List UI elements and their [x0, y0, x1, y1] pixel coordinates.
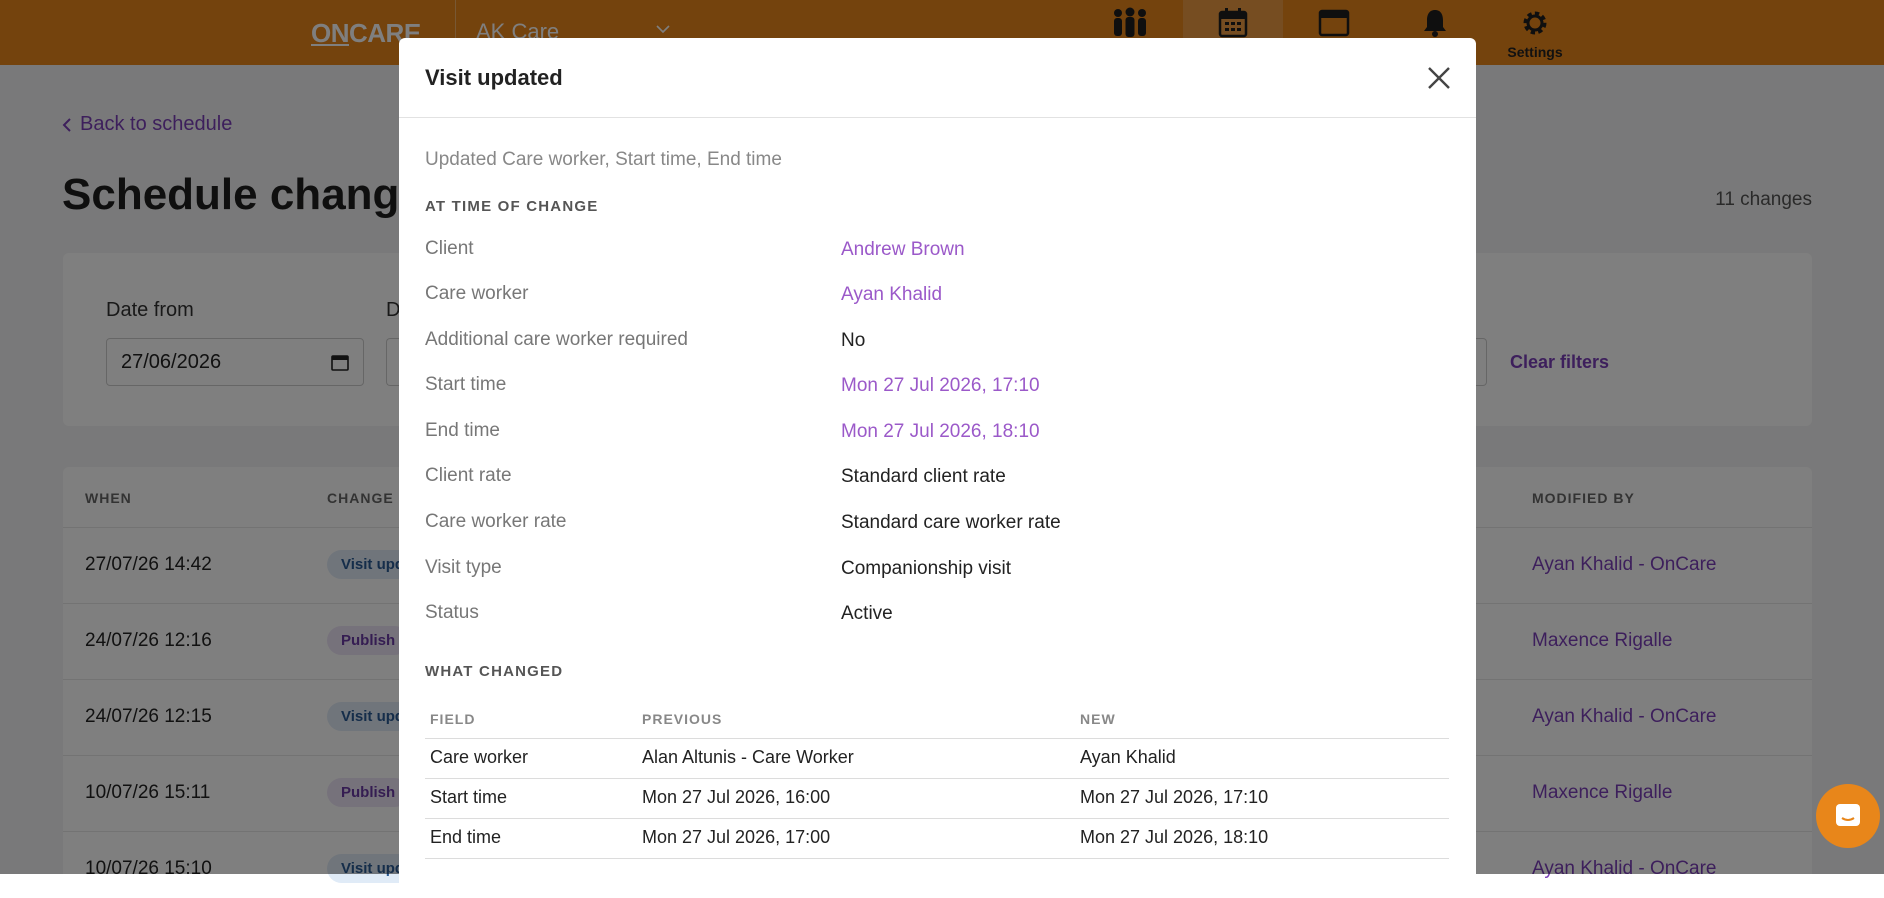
what-changed-heading: WHAT CHANGED	[425, 663, 564, 680]
divider	[425, 858, 1449, 859]
change-summary: Updated Care worker, Start time, End tim…	[425, 149, 782, 170]
divider	[425, 778, 1449, 779]
modal-header: Visit updated	[399, 38, 1476, 118]
modal-title: Visit updated	[425, 65, 563, 90]
close-icon	[1428, 67, 1450, 89]
detail-label: End time	[425, 420, 500, 441]
change-new: Mon 27 Jul 2026, 17:10	[1080, 787, 1269, 807]
detail-label: Start time	[425, 374, 507, 395]
detail-label: Additional care worker required	[425, 329, 688, 350]
divider	[425, 738, 1449, 739]
chat-icon	[1836, 804, 1860, 826]
detail-value: Companionship visit	[841, 558, 1012, 579]
divider	[425, 818, 1449, 819]
care-worker-link[interactable]: Ayan Khalid	[841, 284, 942, 306]
change-new: Mon 27 Jul 2026, 18:10	[1080, 827, 1269, 847]
detail-label: Status	[425, 602, 479, 623]
detail-label: Client	[425, 238, 474, 259]
detail-label: Client rate	[425, 465, 512, 486]
visit-updated-modal: Visit updated Updated Care worker, Start…	[399, 38, 1476, 898]
at-time-heading: AT TIME OF CHANGE	[425, 198, 599, 215]
changes-header-new: NEW	[1080, 711, 1116, 727]
detail-value: Active	[841, 603, 893, 624]
detail-value: Standard care worker rate	[841, 512, 1061, 533]
change-field: End time	[430, 827, 502, 847]
detail-label: Care worker	[425, 283, 529, 304]
detail-label: Care worker rate	[425, 511, 567, 532]
start-time-link[interactable]: Mon 27 Jul 2026, 17:10	[841, 375, 1040, 397]
detail-value: Standard client rate	[841, 466, 1006, 487]
changes-header-field: FIELD	[430, 711, 476, 727]
changes-header-previous: PREVIOUS	[642, 711, 723, 727]
chat-support-button[interactable]	[1816, 784, 1880, 848]
detail-label: Visit type	[425, 557, 502, 578]
change-previous: Mon 27 Jul 2026, 17:00	[642, 827, 831, 847]
detail-value: No	[841, 330, 866, 351]
change-previous: Mon 27 Jul 2026, 16:00	[642, 787, 831, 807]
change-previous: Alan Altunis - Care Worker	[642, 747, 854, 767]
end-time-link[interactable]: Mon 27 Jul 2026, 18:10	[841, 421, 1040, 443]
change-field: Start time	[430, 787, 508, 807]
change-field: Care worker	[430, 747, 529, 767]
client-link[interactable]: Andrew Brown	[841, 239, 965, 261]
close-button[interactable]	[1424, 63, 1454, 93]
change-new: Ayan Khalid	[1080, 747, 1176, 767]
